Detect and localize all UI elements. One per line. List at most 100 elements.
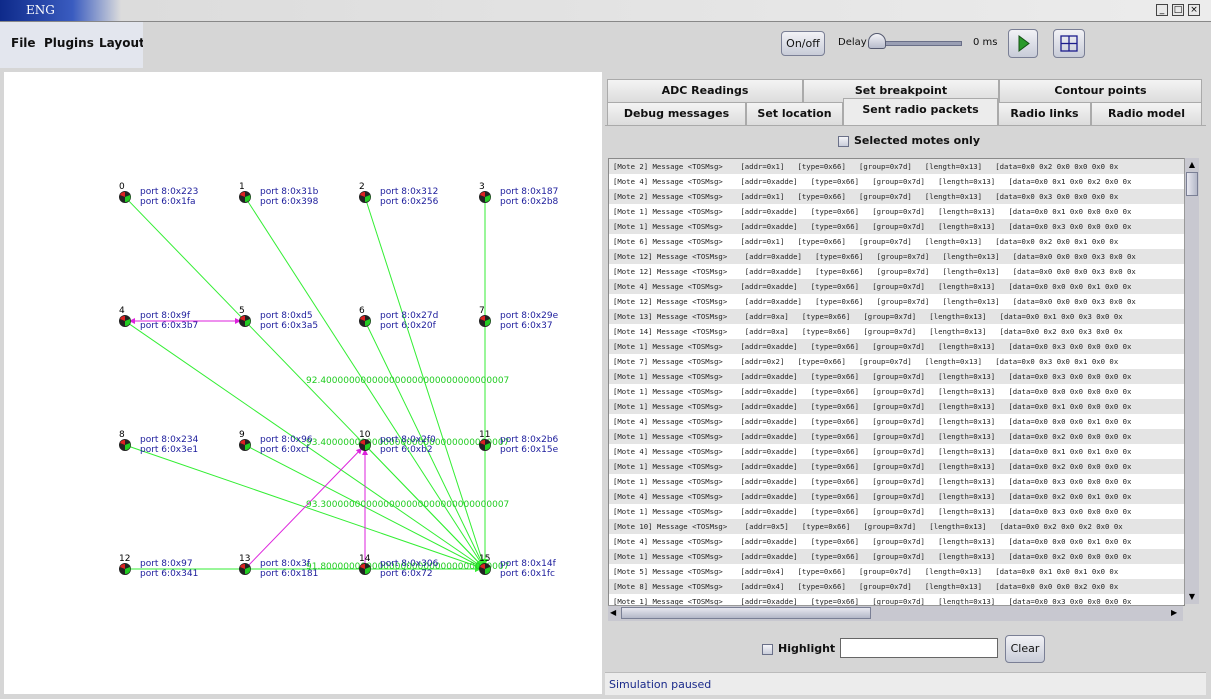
tab-radio-links[interactable]: Radio links [998,102,1091,125]
mote-port8-label: port 8:0x9f [140,311,191,321]
play-icon [1018,35,1030,52]
packet-log[interactable]: [Mote 2] Message <TOSMsg> [addr=0x1] [ty… [608,158,1185,606]
log-row[interactable]: [Mote 4] Message <TOSMsg> [addr=0xadde] … [609,174,1184,189]
mote-port6-label: port 6:0x398 [260,197,319,207]
log-row[interactable]: [Mote 12] Message <TOSMsg> [addr=0xadde]… [609,294,1184,309]
log-row[interactable]: [Mote 4] Message <TOSMsg> [addr=0xadde] … [609,444,1184,459]
log-row[interactable]: [Mote 6] Message <TOSMsg> [addr=0x1] [ty… [609,234,1184,249]
mote-id-label: 13 [239,554,250,564]
log-row[interactable]: [Mote 4] Message <TOSMsg> [addr=0xadde] … [609,489,1184,504]
clear-button[interactable]: Clear [1005,635,1045,663]
scroll-left-arrow-icon[interactable]: ◀ [610,607,620,619]
log-row[interactable]: [Mote 4] Message <TOSMsg> [addr=0xadde] … [609,534,1184,549]
selected-motes-label: Selected motes only [854,134,981,147]
mote-port6-label: port 6:0x1fa [140,197,196,207]
delay-slider-thumb[interactable] [868,33,886,49]
log-row[interactable]: [Mote 7] Message <TOSMsg> [addr=0x2] [ty… [609,354,1184,369]
simulation-canvas[interactable]: 92.400000000000000000000000000000007 93.4… [4,72,602,694]
log-row[interactable]: [Mote 1] Message <TOSMsg> [addr=0xadde] … [609,429,1184,444]
mote-4[interactable]: 4 port 8:0x9fport 6:0x3b7 [119,306,198,331]
mote-id-label: 14 [359,554,371,564]
mote-port8-label: port 8:0x2f0 [380,435,436,445]
tab-contour-points[interactable]: Contour points [999,79,1202,102]
log-row[interactable]: [Mote 1] Message <TOSMsg> [addr=0xadde] … [609,219,1184,234]
mote-6[interactable]: 6 port 8:0x27dport 6:0x20f [359,306,438,331]
network-graph[interactable]: 92.40000000000000000000000000000000793.4… [4,72,602,694]
mote-id-label: 10 [359,430,371,440]
minimize-button[interactable]: _ [1156,4,1168,16]
log-row[interactable]: [Mote 1] Message <TOSMsg> [addr=0xadde] … [609,369,1184,384]
tab-radio-model[interactable]: Radio model [1091,102,1202,125]
log-row[interactable]: [Mote 1] Message <TOSMsg> [addr=0xadde] … [609,474,1184,489]
tab-divider [605,125,1206,126]
mote-id-label: 0 [119,182,125,192]
scroll-down-arrow-icon[interactable]: ▼ [1186,591,1198,603]
tab-debug-messages[interactable]: Debug messages [607,102,746,125]
log-row[interactable]: [Mote 13] Message <TOSMsg> [addr=0xa] [t… [609,309,1184,324]
mote-7[interactable]: 7 port 8:0x29eport 6:0x37 [479,306,559,331]
log-horizontal-scrollbar[interactable]: ◀ ▶ [608,605,1183,621]
mote-8[interactable]: 8 port 8:0x234port 6:0x3e1 [119,430,199,455]
mote-2[interactable]: 2 port 8:0x312port 6:0x256 [359,182,439,207]
log-row[interactable]: [Mote 14] Message <TOSMsg> [addr=0xa] [t… [609,324,1184,339]
mote-port6-label: port 6:0x341 [140,569,198,579]
mote-port8-label: port 8:0x2b6 [500,435,559,445]
menu-file[interactable]: File [11,36,36,50]
mote-9[interactable]: 9 port 8:0x96port 6:0xcf [239,430,313,455]
mote-3[interactable]: 3 port 8:0x187port 6:0x2b8 [479,182,559,207]
mote-12[interactable]: 12 port 8:0x97port 6:0x341 [119,554,198,579]
mote-port8-label: port 8:0x312 [380,187,438,197]
title-bar: ENG _ □ × [0,0,1211,22]
scroll-up-arrow-icon[interactable]: ▲ [1186,159,1198,171]
log-row[interactable]: [Mote 12] Message <TOSMsg> [addr=0xadde]… [609,249,1184,264]
highlight-input[interactable] [840,638,998,658]
log-vscroll-thumb[interactable] [1186,172,1198,196]
log-row[interactable]: [Mote 5] Message <TOSMsg> [addr=0x4] [ty… [609,564,1184,579]
mote-port8-label: port 8:0x234 [140,435,199,445]
mote-port6-label: port 6:0x3b7 [140,321,198,331]
log-row[interactable]: [Mote 4] Message <TOSMsg> [addr=0xadde] … [609,279,1184,294]
maximize-button[interactable]: □ [1172,4,1184,16]
on-off-button[interactable]: On/off [781,31,825,56]
log-row[interactable]: [Mote 12] Message <TOSMsg> [addr=0xadde]… [609,264,1184,279]
mote-id-label: 1 [239,182,245,192]
mote-port8-label: port 8:0x31b [260,187,319,197]
edge-label: 93.300000000000000000000000000000007 [306,500,509,510]
delay-label: Delay [838,37,867,48]
log-row[interactable]: [Mote 1] Message <TOSMsg> [addr=0xadde] … [609,384,1184,399]
log-row[interactable]: [Mote 2] Message <TOSMsg> [addr=0x1] [ty… [609,159,1184,174]
menu-layout[interactable]: Layout [99,36,145,50]
mote-id-label: 11 [479,430,490,440]
scroll-right-arrow-icon[interactable]: ▶ [1171,607,1181,619]
selected-motes-checkbox[interactable] [838,136,849,147]
mote-13[interactable]: 13 port 8:0x3fport 6:0x181 [239,554,318,579]
plugin-panel: ADC Readings Set breakpoint Contour poin… [605,72,1206,695]
menu-plugins[interactable]: Plugins [44,36,94,50]
mote-port6-label: port 6:0x20f [380,321,437,331]
mote-1[interactable]: 1 port 8:0x31bport 6:0x398 [239,182,319,207]
tab-set-location[interactable]: Set location [746,102,843,125]
log-hscroll-thumb[interactable] [621,607,871,619]
tab-adc-readings[interactable]: ADC Readings [607,79,803,102]
highlight-label: Highlight [778,642,836,655]
mote-port8-label: port 8:0x187 [500,187,558,197]
highlight-checkbox[interactable] [762,644,773,655]
log-row[interactable]: [Mote 1] Message <TOSMsg> [addr=0xadde] … [609,399,1184,414]
play-button[interactable] [1008,29,1038,58]
log-row[interactable]: [Mote 1] Message <TOSMsg> [addr=0xadde] … [609,549,1184,564]
mote-id-label: 12 [119,554,130,564]
log-vertical-scrollbar[interactable]: ▲ ▼ [1184,158,1199,604]
grid-button[interactable] [1053,29,1085,58]
log-row[interactable]: [Mote 4] Message <TOSMsg> [addr=0xadde] … [609,414,1184,429]
log-row[interactable]: [Mote 1] Message <TOSMsg> [addr=0xadde] … [609,504,1184,519]
log-row[interactable]: [Mote 1] Message <TOSMsg> [addr=0xadde] … [609,339,1184,354]
log-row[interactable]: [Mote 1] Message <TOSMsg> [addr=0xadde] … [609,204,1184,219]
log-row[interactable]: [Mote 10] Message <TOSMsg> [addr=0x5] [t… [609,519,1184,534]
mote-port6-label: port 6:0x15e [500,445,559,455]
log-row[interactable]: [Mote 8] Message <TOSMsg> [addr=0x4] [ty… [609,579,1184,594]
log-row[interactable]: [Mote 1] Message <TOSMsg> [addr=0xadde] … [609,459,1184,474]
close-button[interactable]: × [1188,4,1200,16]
mote-id-label: 6 [359,306,365,316]
log-row[interactable]: [Mote 2] Message <TOSMsg> [addr=0x1] [ty… [609,189,1184,204]
tab-sent-radio-packets[interactable]: Sent radio packets [843,98,998,126]
